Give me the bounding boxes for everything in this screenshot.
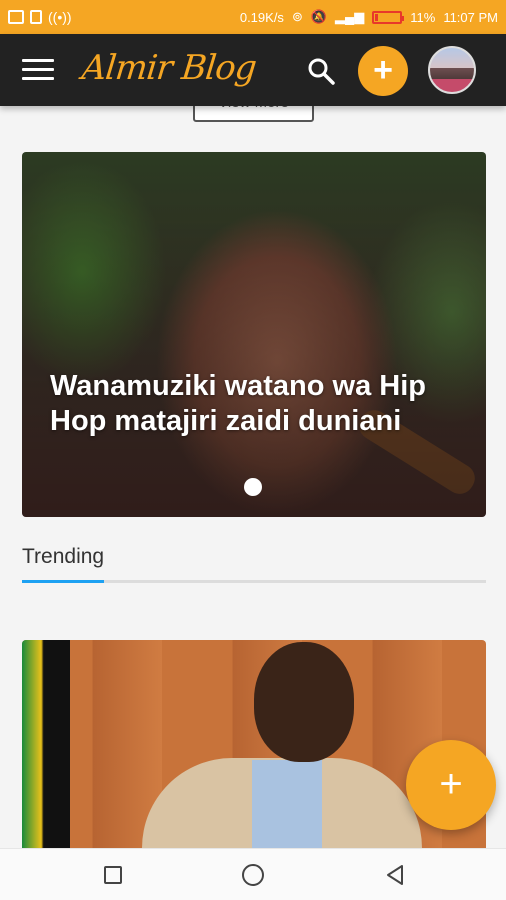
hamburger-menu-icon[interactable] xyxy=(22,59,54,81)
battery-percent: 11% xyxy=(410,9,436,25)
screenshot-icon xyxy=(8,10,24,24)
carousel-indicator-dot[interactable] xyxy=(244,478,262,496)
recent-apps-icon[interactable] xyxy=(104,866,122,884)
app-bar: Almir Blog + xyxy=(0,34,506,106)
network-speed: 0.19K/s xyxy=(239,9,284,25)
navigation-bar xyxy=(0,848,506,900)
sync-icon: ⊚ xyxy=(291,9,303,24)
flag-image xyxy=(22,640,70,860)
add-post-button[interactable]: + xyxy=(358,46,408,96)
mute-icon: 🔕 xyxy=(310,9,328,24)
hotspot-icon: ((•)) xyxy=(48,9,72,25)
battery-icon xyxy=(372,10,405,24)
hero-title: Wanamuziki watano wa Hip Hop matajiri za… xyxy=(50,370,426,437)
trending-card[interactable] xyxy=(22,640,486,860)
avatar[interactable] xyxy=(428,46,476,94)
signal-icon: ▂▄▆ xyxy=(335,9,365,24)
trending-heading: Trending xyxy=(22,545,105,568)
status-bar: ((•)) 0.19K/s ⊚ 🔕 ▂▄▆ 11% 11:07 PM xyxy=(0,0,506,34)
clock: 11:07 PM xyxy=(443,9,498,25)
trending-accent-bar xyxy=(22,580,104,583)
brand-logo[interactable]: Almir Blog xyxy=(80,48,258,88)
back-icon[interactable] xyxy=(384,863,406,887)
hero-carousel-card[interactable]: Wanamuziki watano wa Hip Hop matajiri za… xyxy=(22,152,486,517)
sim-icon xyxy=(30,10,42,24)
search-icon[interactable] xyxy=(306,56,336,86)
floating-add-button[interactable]: + xyxy=(406,740,496,830)
home-icon[interactable] xyxy=(242,864,264,886)
